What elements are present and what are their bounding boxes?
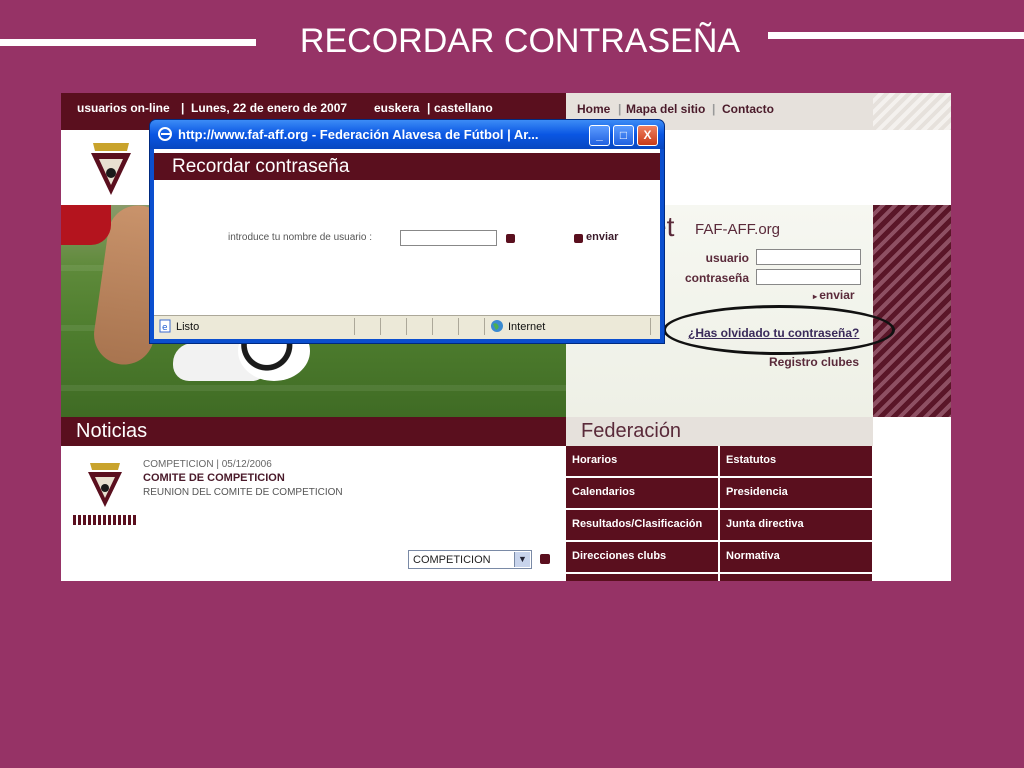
fed-item-presidencia[interactable]: Presidencia <box>720 478 872 508</box>
highlight-circle <box>663 305 895 355</box>
nav-hatch-decoration <box>873 93 951 130</box>
password-reminder-window: http://www.faf-aff.org - Federación Alav… <box>150 120 664 343</box>
federation-section-header: Federación <box>566 417 873 446</box>
news-meta: COMPETICION | 05/12/2006 <box>143 459 272 470</box>
online-users-link[interactable]: usuarios on-line <box>77 101 170 115</box>
window-title: http://www.faf-aff.org - Federación Alav… <box>178 127 539 142</box>
news-summary: REUNION DEL COMITE DE COMPETICION <box>143 487 343 498</box>
fed-item-partial-right <box>720 574 872 581</box>
fed-item-estatutos[interactable]: Estatutos <box>720 446 872 476</box>
login-submit-button[interactable]: ▸ enviar <box>813 288 855 302</box>
svg-text:e: e <box>162 323 168 333</box>
password-label: contraseña <box>684 271 749 285</box>
fed-item-resultados[interactable]: Resultados/Clasificación <box>566 510 718 540</box>
status-text: Listo <box>176 321 200 333</box>
fed-item-junta[interactable]: Junta directiva <box>720 510 872 540</box>
field-go-icon[interactable] <box>506 234 515 243</box>
reminder-username-field[interactable] <box>400 230 497 246</box>
register-clubs-link[interactable]: Registro clubes <box>769 355 859 369</box>
login-hatch-decoration <box>873 205 951 417</box>
news-category-select[interactable]: COMPETICION ▼ <box>408 550 532 569</box>
lang-euskera-link[interactable]: euskera <box>374 101 419 115</box>
news-logo <box>88 463 122 507</box>
username-field[interactable] <box>756 249 861 265</box>
maximize-button[interactable]: □ <box>613 125 634 146</box>
news-logo-caption-graphic <box>73 515 137 525</box>
date-text: Lunes, 22 de enero de 2007 <box>191 101 348 115</box>
slide-title: RECORDAR CONTRASEÑA <box>299 22 741 60</box>
lang-castellano-link[interactable]: castellano <box>434 101 493 115</box>
fed-item-calendarios[interactable]: Calendarios <box>566 478 718 508</box>
news-section-header: Noticias <box>61 417 566 446</box>
popup-header: Recordar contraseña <box>154 153 660 180</box>
security-zone-text: Internet <box>508 321 546 333</box>
login-site-name: FAF-AFF.org <box>695 221 781 238</box>
fed-item-horarios[interactable]: Horarios <box>566 446 718 476</box>
password-field[interactable] <box>756 269 861 285</box>
close-button[interactable]: X <box>637 125 658 146</box>
fed-item-normativa[interactable]: Normativa <box>720 542 872 572</box>
player-shorts-image <box>61 205 111 245</box>
globe-icon <box>491 320 503 332</box>
internet-explorer-icon <box>158 127 172 141</box>
reminder-submit-button[interactable]: enviar <box>586 231 618 243</box>
window-titlebar[interactable]: http://www.faf-aff.org - Federación Alav… <box>150 120 664 149</box>
arrow-right-icon <box>574 234 583 243</box>
fed-item-direcciones[interactable]: Direcciones clubs <box>566 542 718 572</box>
news-headline-link[interactable]: COMITE DE COMPETICION <box>143 472 285 484</box>
nav-sitemap-link[interactable]: Mapa del sitio <box>626 102 705 116</box>
nav-contact-link[interactable]: Contacto <box>722 102 774 116</box>
federation-logo <box>91 143 131 195</box>
chevron-down-icon: ▼ <box>514 552 530 567</box>
username-prompt-label: introduce tu nombre de usuario : <box>228 232 372 243</box>
username-label: usuario <box>705 251 749 265</box>
minimize-button[interactable]: _ <box>589 125 610 146</box>
page-icon: e <box>159 319 171 333</box>
fed-item-partial-left <box>566 574 718 581</box>
news-go-button[interactable] <box>540 554 550 564</box>
nav-home-link[interactable]: Home <box>577 102 610 116</box>
status-bar: e Listo Internet <box>154 315 660 339</box>
